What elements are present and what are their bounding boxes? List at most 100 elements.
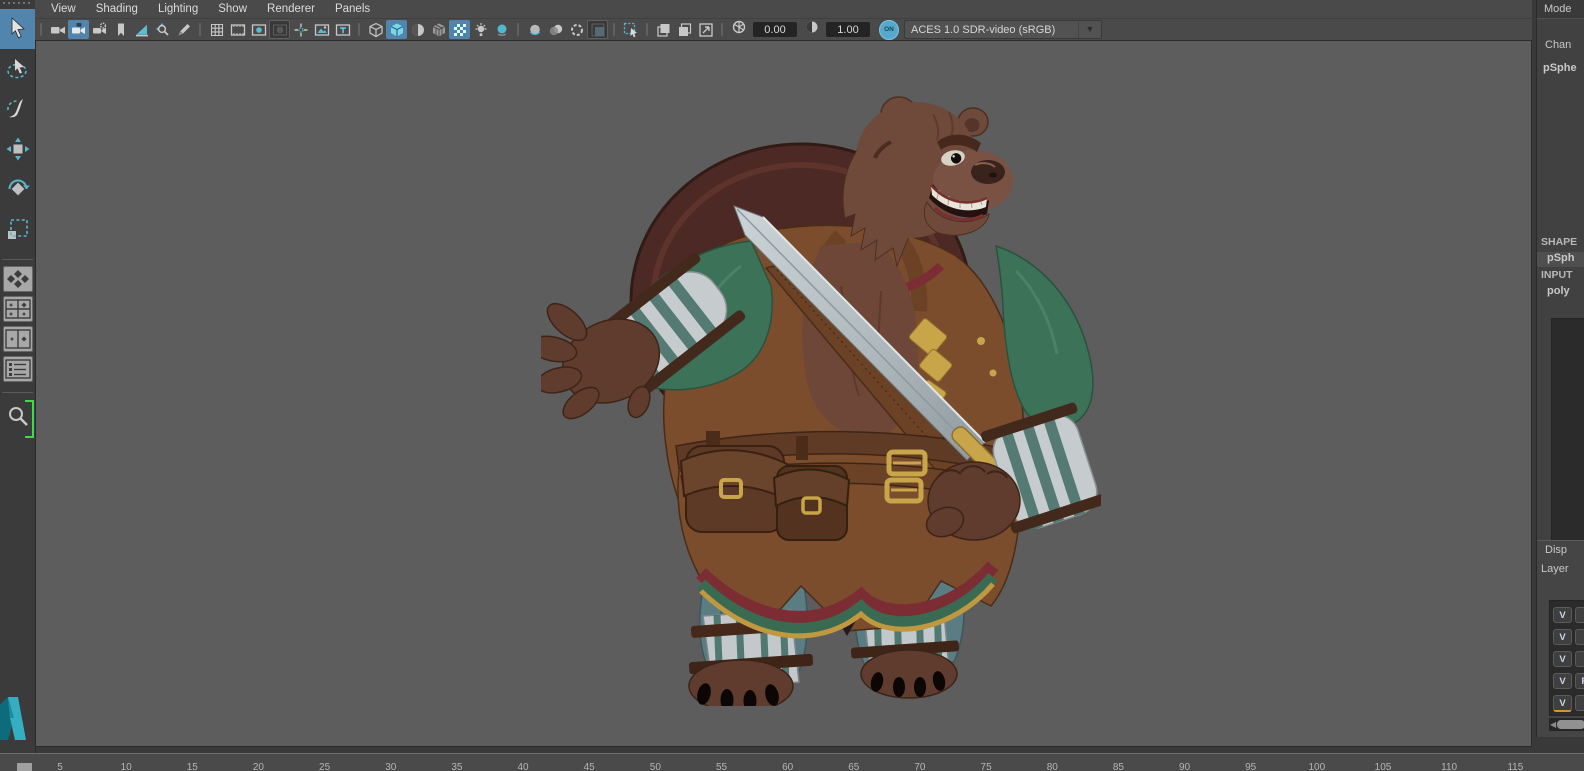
scale-tool-button[interactable]	[0, 209, 35, 249]
occlusion-button[interactable]	[524, 20, 545, 39]
fit-view-button[interactable]	[695, 20, 716, 39]
textured-button[interactable]	[449, 20, 470, 39]
camera-button[interactable]	[47, 20, 68, 39]
color-management-toggle[interactable]: ON	[879, 19, 899, 40]
shadows-button[interactable]	[491, 20, 512, 39]
layer-visibility-toggle[interactable]: V	[1553, 629, 1572, 645]
panel-toolbar: 0.00 1.00 ON ACES 1.0 SDR-video (sRGB) ▼	[35, 19, 1532, 41]
time-slider[interactable]: 5 10 15 20 25 30 35 40 45 50 55 60 65 70 75 80 85 90 95 100…	[0, 753, 1584, 771]
exposure-button[interactable]	[728, 20, 749, 39]
four-pane-layout-button[interactable]	[2, 296, 33, 322]
grease-pencil-button[interactable]	[173, 20, 194, 39]
scrollbar-thumb[interactable]	[1557, 720, 1584, 729]
lasso-tool-icon	[6, 59, 27, 79]
occlusion-icon	[529, 24, 540, 35]
channels-menu[interactable]: Chan	[1545, 39, 1571, 51]
layer-playback-toggle[interactable]: P	[1575, 673, 1584, 689]
viewport[interactable]	[35, 40, 1532, 747]
anti-alias-icon	[570, 23, 583, 36]
timeline-tick-label: 85	[1112, 762, 1124, 771]
motion-blur-button[interactable]	[545, 20, 566, 39]
resolution-gate-button[interactable]	[248, 20, 269, 39]
camera-icon	[50, 26, 65, 34]
rotate-tool-button[interactable]	[0, 169, 35, 209]
pan-zoom-button[interactable]	[152, 20, 173, 39]
paint-selection-tool-button[interactable]	[0, 89, 35, 129]
two-pane-layout-icon	[4, 329, 31, 349]
zoom-tool-button[interactable]	[0, 399, 35, 438]
xray-button[interactable]	[587, 20, 608, 39]
layer-swatch[interactable]	[1575, 695, 1584, 711]
menu-item-show[interactable]: Show	[208, 0, 257, 18]
timeline-tick-label: 115	[1507, 762, 1524, 771]
scroll-left-icon[interactable]: ◀	[1549, 720, 1557, 729]
current-frame-marker[interactable]	[17, 763, 32, 771]
camera-lock-button[interactable]	[68, 20, 89, 39]
lights-button[interactable]	[470, 20, 491, 39]
paint-selection-tool-icon	[6, 99, 23, 118]
input-item[interactable]: poly	[1547, 285, 1570, 297]
menu-item-renderer[interactable]: Renderer	[257, 0, 325, 18]
textured-sphere-button[interactable]	[407, 20, 428, 39]
wireframe-on-shaded-button[interactable]	[428, 20, 449, 39]
toolbar-separator	[40, 23, 42, 36]
menu-item-shading[interactable]: Shading	[86, 0, 148, 18]
toolbar-icon-groups	[35, 20, 716, 39]
grid-button[interactable]	[206, 20, 227, 39]
menu-item-view[interactable]: View	[41, 0, 86, 18]
safe-title-button[interactable]	[332, 20, 353, 39]
fit-view-icon	[698, 22, 713, 37]
snapshot-front-icon	[678, 22, 691, 36]
anti-alias-button[interactable]	[566, 20, 587, 39]
layer-swatch[interactable]	[1575, 629, 1584, 645]
image-plane-button[interactable]	[131, 20, 152, 39]
object-name-label[interactable]: pSphe	[1543, 62, 1577, 74]
layer-visibility-toggle[interactable]: V	[1553, 695, 1572, 712]
wireframe-cube-button[interactable]	[365, 20, 386, 39]
safe-action-button[interactable]	[311, 20, 332, 39]
gamma-button[interactable]	[801, 20, 822, 39]
layers-menu[interactable]: Layer	[1541, 563, 1569, 575]
camera-gear-button[interactable]	[89, 20, 110, 39]
snapshot-back-button[interactable]	[653, 20, 674, 39]
rotate-tool-icon	[8, 179, 30, 196]
menu-item-panels[interactable]: Panels	[325, 0, 380, 18]
layer-visibility-toggle[interactable]: V	[1553, 607, 1572, 623]
toolbar-separator	[517, 23, 519, 36]
two-pane-layout-button[interactable]	[2, 326, 33, 352]
image-plane-icon	[135, 24, 148, 36]
exposure-field[interactable]: 0.00	[753, 22, 797, 37]
layer-row: V	[1553, 695, 1584, 712]
toolbar-separator	[646, 23, 648, 36]
bear-character-model[interactable]	[541, 86, 1101, 706]
menu-item-lighting[interactable]: Lighting	[148, 0, 208, 18]
timeline-tick-label: 105	[1374, 762, 1392, 771]
layer-visibility-toggle[interactable]: V	[1553, 651, 1572, 667]
isolate-select-button[interactable]	[620, 20, 641, 39]
colorspace-dropdown[interactable]: ACES 1.0 SDR-video (sRGB) ▼	[904, 20, 1102, 39]
move-tool-button[interactable]	[0, 129, 35, 169]
layer-visibility-toggle[interactable]: V	[1553, 673, 1572, 689]
gate-mask-button[interactable]	[269, 20, 290, 39]
smooth-shade-button[interactable]	[386, 20, 407, 39]
outliner-pane-layout-button[interactable]	[2, 356, 33, 382]
layer-swatch[interactable]	[1575, 607, 1584, 623]
lasso-tool-button[interactable]	[0, 49, 35, 89]
gamma-field[interactable]: 1.00	[826, 22, 870, 37]
shape-item[interactable]: pSph	[1547, 252, 1575, 264]
timeline-tick-label: 65	[848, 762, 860, 771]
shapes-heading: SHAPE	[1541, 236, 1578, 248]
bookmark-button[interactable]	[110, 20, 131, 39]
toolbox-grip-handle[interactable]	[3, 1, 32, 7]
film-gate-button[interactable]	[227, 20, 248, 39]
layer-swatch[interactable]	[1575, 651, 1584, 667]
snapshot-front-button[interactable]	[674, 20, 695, 39]
single-pane-layout-button[interactable]	[2, 266, 33, 292]
display-tab[interactable]: Disp	[1545, 544, 1567, 556]
timeline-tick-label: 50	[649, 762, 661, 771]
workspace-selector[interactable]: Mode	[1537, 0, 1584, 19]
select-tool-button[interactable]	[0, 9, 35, 49]
channel-values-area	[1551, 318, 1584, 545]
layer-scrollbar[interactable]: ◀	[1549, 718, 1584, 731]
field-chart-button[interactable]	[290, 20, 311, 39]
